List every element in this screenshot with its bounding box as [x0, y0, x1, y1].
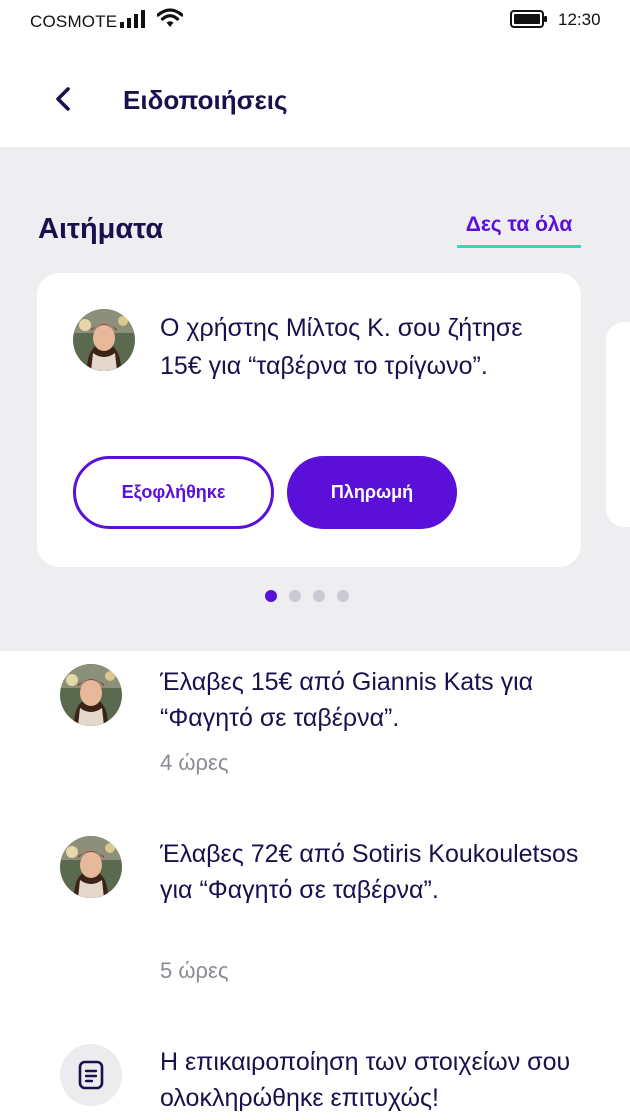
pagination-dot-4[interactable] — [337, 590, 349, 602]
notification-item[interactable]: Η επικαιροποίηση των στοιχείων σου ολοκλ… — [0, 1044, 630, 1120]
page-title: Ειδοποιήσεις — [123, 85, 288, 115]
next-request-card-peek[interactable] — [606, 322, 630, 527]
requests-section-title: Αιτήματα — [38, 213, 164, 245]
wifi-icon — [156, 8, 184, 28]
app-header: Ειδοποιήσεις — [0, 60, 630, 146]
carousel-pagination — [265, 590, 349, 602]
notification-item[interactable]: Έλαβες 72€ από Sotiris Koukouletsos για … — [0, 836, 630, 996]
pay-button[interactable]: Πληρωμή — [287, 456, 457, 529]
notification-text: Η επικαιροποίηση των στοιχείων σου ολοκλ… — [160, 1048, 571, 1112]
status-time: 12:30 — [558, 10, 601, 29]
document-icon — [60, 1044, 122, 1106]
notification-text: Έλαβες 15€ από Giannis Kats για “Φαγητό … — [160, 668, 534, 732]
request-message: Ο χρήστης Μίλτος Κ. σου ζήτησε 15€ για “… — [160, 314, 523, 380]
pagination-dot-1[interactable] — [265, 590, 277, 602]
see-all-link[interactable]: Δες τα όλα — [457, 213, 581, 248]
signal-icon — [119, 10, 147, 28]
avatar — [73, 309, 135, 371]
carrier-name: COSMOTE — [30, 12, 118, 31]
avatar — [60, 836, 122, 898]
avatar — [60, 664, 122, 726]
status-bar: COSMOTE 12:30 — [0, 0, 630, 40]
pagination-dot-3[interactable] — [313, 590, 325, 602]
notification-text: Έλαβες 72€ από Sotiris Koukouletsos για … — [160, 840, 579, 904]
chevron-left-icon — [56, 87, 70, 111]
mark-paid-button[interactable]: Εξοφλήθηκε — [73, 456, 274, 529]
request-card: Ο χρήστης Μίλτος Κ. σου ζήτησε 15€ για “… — [37, 273, 581, 567]
requests-panel: Αιτήματα Δες τα όλα Ο χρήστης Μίλτος Κ. … — [0, 147, 630, 651]
notification-time: 4 ώρες — [160, 750, 229, 775]
notification-time: 5 ώρες — [160, 958, 229, 983]
notification-item[interactable]: Έλαβες 15€ από Giannis Kats για “Φαγητό … — [0, 664, 630, 784]
back-button[interactable] — [48, 82, 78, 116]
battery-icon — [510, 10, 548, 28]
pagination-dot-2[interactable] — [289, 590, 301, 602]
